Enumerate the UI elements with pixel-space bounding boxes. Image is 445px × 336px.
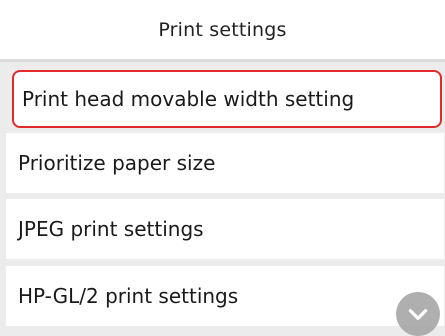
menu-item-prioritize-paper-size[interactable]: Prioritize paper size xyxy=(6,133,444,193)
menu-item-hp-gl-2-print-settings[interactable]: HP-GL/2 print settings xyxy=(6,266,444,326)
print-settings-screen: Print settings Print head movable width … xyxy=(0,0,445,336)
menu-item-label: Prioritize paper size xyxy=(18,151,216,175)
menu-item-label: HP-GL/2 print settings xyxy=(18,284,239,308)
menu-item-label: Print head movable width setting xyxy=(22,87,355,111)
menu-item-print-head-movable-width-setting[interactable]: Print head movable width setting xyxy=(12,70,442,128)
chevron-down-icon xyxy=(408,309,428,320)
page-title: Print settings xyxy=(0,0,445,62)
menu-item-label: JPEG print settings xyxy=(18,217,204,241)
menu-item-jpeg-print-settings[interactable]: JPEG print settings xyxy=(6,199,444,259)
scroll-down-button[interactable] xyxy=(396,292,440,336)
